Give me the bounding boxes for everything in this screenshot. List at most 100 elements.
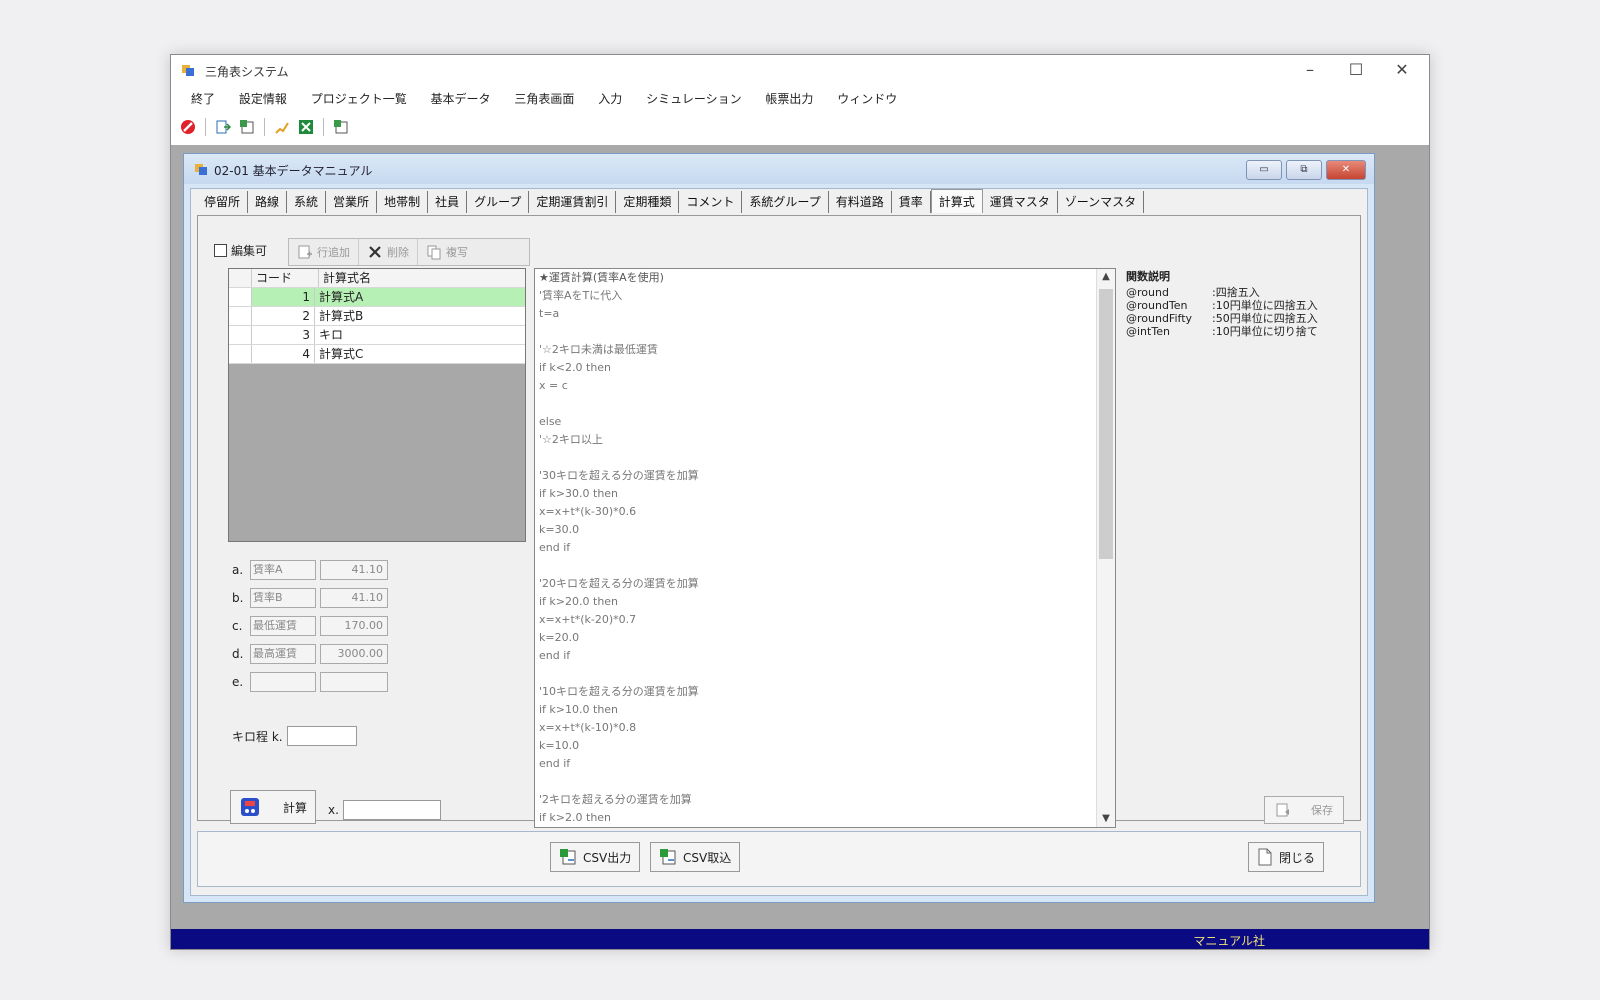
- tab-zone-master[interactable]: ゾーンマスタ: [1058, 191, 1145, 213]
- app-title: 三角表システム: [205, 65, 289, 79]
- menu-report-output[interactable]: 帳票出力: [765, 87, 813, 111]
- stop-icon[interactable]: [179, 118, 197, 136]
- tab-stops[interactable]: 停留所: [197, 191, 249, 213]
- child-minimize-button[interactable]: ▭: [1246, 160, 1282, 180]
- excel-icon[interactable]: [297, 118, 315, 136]
- app-titlebar: 三角表システム – ☐ ✕: [171, 55, 1429, 85]
- bottom-button-bar: CSV出力 CSV取込 閉じる: [197, 831, 1361, 887]
- param-value[interactable]: 41.10: [320, 560, 388, 580]
- tab-staff[interactable]: 社員: [428, 191, 468, 213]
- csv-export-icon: [560, 849, 576, 865]
- menu-basic-data[interactable]: 基本データ: [431, 87, 491, 111]
- tab-fare-master[interactable]: 運賃マスタ: [983, 191, 1058, 213]
- row-selector[interactable]: [229, 345, 252, 363]
- export-icon[interactable]: [332, 118, 350, 136]
- tab-offices[interactable]: 営業所: [326, 191, 378, 213]
- code-line: ★運賃計算(賃率Aを使用): [539, 271, 664, 284]
- tab-line-group[interactable]: 系統グループ: [742, 191, 829, 213]
- close-button[interactable]: ✕: [1379, 55, 1425, 85]
- scroll-down-icon[interactable]: ▼: [1097, 811, 1115, 827]
- child-title: 02-01 基本データマニュアル: [214, 164, 373, 178]
- table-row[interactable]: 3 キロ: [229, 326, 525, 345]
- code-line: if k<2.0 then: [539, 361, 612, 374]
- csv-export-button[interactable]: CSV出力: [550, 842, 641, 872]
- param-value[interactable]: 170.00: [320, 616, 388, 636]
- menu-triangle-table[interactable]: 三角表画面: [514, 87, 574, 111]
- row-name: キロ: [319, 328, 344, 342]
- tab-toll-road[interactable]: 有料道路: [829, 191, 892, 213]
- menu-simulation[interactable]: シミュレーション: [646, 87, 742, 111]
- toolbar-separator: [323, 118, 324, 136]
- child-close-button[interactable]: ✕: [1326, 160, 1366, 180]
- code-line: '☆2キロ以上: [539, 433, 603, 446]
- table-row[interactable]: 1 計算式A: [229, 288, 525, 307]
- tab-rate[interactable]: 賃率: [892, 191, 931, 213]
- calculator-icon: [241, 798, 259, 816]
- param-letter: c.: [232, 619, 243, 633]
- code-line: x=x+t*(k-10)*0.8: [539, 721, 637, 734]
- scroll-up-icon[interactable]: ▲: [1097, 269, 1115, 285]
- save-button[interactable]: 保存: [1264, 796, 1344, 824]
- result-label: x.: [328, 803, 339, 817]
- function-desc: :10円単位に切り捨て: [1212, 325, 1318, 338]
- tab-zone-system[interactable]: 地帯制: [377, 191, 429, 213]
- tab-commuter-discount[interactable]: 定期運賃割引: [529, 191, 617, 213]
- close-window-button[interactable]: 閉じる: [1247, 842, 1324, 872]
- maximize-button[interactable]: ☐: [1333, 55, 1379, 85]
- edit-checkbox-label: 編集可: [231, 244, 268, 258]
- import-icon[interactable]: [238, 118, 256, 136]
- tab-group[interactable]: グループ: [467, 191, 530, 213]
- table-row[interactable]: 2 計算式B: [229, 307, 525, 326]
- code-line: x=x+t*(k-20)*0.7: [539, 613, 637, 626]
- tab-comment[interactable]: コメント: [679, 191, 743, 213]
- menu-exit[interactable]: 終了: [191, 87, 215, 111]
- csv-import-button[interactable]: CSV取込: [650, 842, 741, 872]
- menu-window[interactable]: ウィンドウ: [837, 87, 897, 111]
- row-selector[interactable]: [229, 326, 252, 344]
- scroll-thumb[interactable]: [1099, 289, 1113, 559]
- delete-button[interactable]: 削除: [359, 239, 418, 265]
- param-value[interactable]: 41.10: [320, 588, 388, 608]
- result-field[interactable]: [342, 800, 441, 820]
- tab-commuter-type[interactable]: 定期種類: [616, 191, 680, 213]
- edit-checkbox[interactable]: [214, 244, 227, 257]
- tab-routes[interactable]: 路線: [248, 191, 288, 213]
- menu-project-list[interactable]: プロジェクト一覧: [311, 87, 407, 111]
- child-restore-button[interactable]: ⧉: [1286, 160, 1322, 180]
- copy-button[interactable]: 複写: [418, 239, 476, 265]
- minimize-button[interactable]: –: [1287, 55, 1333, 85]
- tab-lines[interactable]: 系統: [287, 191, 327, 213]
- calculate-button[interactable]: 計算: [230, 790, 316, 824]
- menu-input[interactable]: 入力: [598, 87, 622, 111]
- editor-scrollbar[interactable]: ▲ ▼: [1096, 269, 1115, 827]
- param-letter: a.: [232, 563, 244, 577]
- header-formula-name[interactable]: 計算式名: [319, 269, 525, 287]
- function-name: @round: [1126, 286, 1169, 299]
- distance-row: キロ程 k.: [232, 726, 357, 746]
- param-letter: d.: [232, 647, 244, 661]
- row-selector[interactable]: [229, 288, 252, 306]
- menu-settings[interactable]: 設定情報: [239, 87, 287, 111]
- param-value[interactable]: [320, 672, 388, 692]
- code-line: if k>20.0 then: [539, 595, 619, 608]
- table-row[interactable]: 4 計算式C: [229, 345, 525, 364]
- function-item: @roundFifty :50円単位に四捨五入: [1126, 312, 1366, 325]
- param-value[interactable]: 3000.00: [320, 644, 388, 664]
- edit-chart-icon[interactable]: [273, 118, 291, 136]
- formula-editor[interactable]: ★運賃計算(賃率Aを使用) '賃率AをTに代入 t=a '☆2キロ未満は最低運賃 if …: [534, 268, 1116, 828]
- document-arrow-icon[interactable]: [214, 118, 232, 136]
- add-row-button[interactable]: 行追加: [289, 239, 359, 265]
- row-name: 計算式C: [319, 347, 364, 361]
- header-code[interactable]: コード: [252, 269, 319, 287]
- code-line: k=20.0: [539, 631, 580, 644]
- edit-toggle[interactable]: 編集可: [214, 242, 267, 259]
- distance-input[interactable]: [286, 726, 357, 746]
- distance-label: キロ程 k.: [232, 729, 283, 744]
- csv-import-icon: [660, 849, 676, 865]
- row-selector[interactable]: [229, 307, 252, 325]
- tab-formula[interactable]: 計算式: [930, 189, 983, 213]
- child-app-icon: [195, 164, 207, 175]
- status-bar: マニュアル社: [171, 929, 1429, 949]
- code-line: '賃率AをTに代入: [539, 289, 623, 302]
- param-label: 賃率A: [250, 560, 316, 580]
